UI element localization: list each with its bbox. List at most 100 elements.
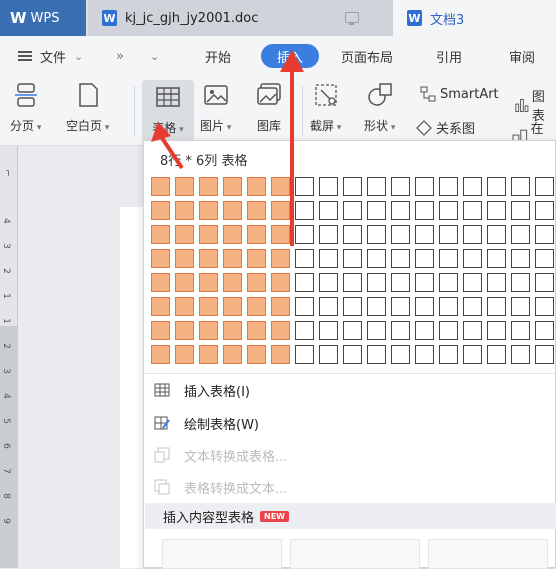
grid-cell[interactable] [391, 273, 410, 292]
grid-cell[interactable] [391, 297, 410, 316]
grid-cell[interactable] [463, 297, 482, 316]
tab-references[interactable]: 引用 [436, 44, 462, 68]
grid-cell[interactable] [439, 345, 458, 364]
quick-access-dropdown-icon[interactable]: ⌄ [150, 44, 159, 68]
grid-cell-selected[interactable] [223, 273, 242, 292]
grid-cell[interactable] [487, 321, 506, 340]
grid-cell-selected[interactable] [247, 321, 266, 340]
grid-cell[interactable] [535, 177, 554, 196]
grid-cell[interactable] [295, 321, 314, 340]
grid-cell[interactable] [319, 273, 338, 292]
content-table-preview[interactable] [162, 539, 282, 569]
grid-cell[interactable] [415, 321, 434, 340]
grid-cell-selected[interactable] [223, 345, 242, 364]
grid-cell[interactable] [343, 177, 362, 196]
grid-cell[interactable] [319, 201, 338, 220]
grid-cell-selected[interactable] [223, 321, 242, 340]
grid-cell-selected[interactable] [151, 177, 170, 196]
grid-cell[interactable] [295, 249, 314, 268]
grid-cell[interactable] [439, 321, 458, 340]
grid-cell-selected[interactable] [271, 201, 290, 220]
grid-cell-selected[interactable] [247, 177, 266, 196]
grid-cell[interactable] [367, 201, 386, 220]
grid-cell[interactable] [487, 177, 506, 196]
grid-cell[interactable] [319, 345, 338, 364]
grid-cell-selected[interactable] [271, 345, 290, 364]
grid-cell[interactable] [511, 321, 530, 340]
grid-cell[interactable] [535, 225, 554, 244]
wps-home-tab[interactable]: W WPS [0, 0, 86, 36]
grid-cell[interactable] [295, 201, 314, 220]
grid-cell[interactable] [511, 225, 530, 244]
grid-cell[interactable] [343, 321, 362, 340]
grid-cell-selected[interactable] [271, 177, 290, 196]
grid-cell-selected[interactable] [175, 177, 194, 196]
grid-cell[interactable] [319, 297, 338, 316]
grid-cell-selected[interactable] [223, 201, 242, 220]
grid-cell-selected[interactable] [271, 225, 290, 244]
grid-cell-selected[interactable] [199, 345, 218, 364]
grid-cell[interactable] [319, 225, 338, 244]
grid-cell[interactable] [415, 297, 434, 316]
grid-cell[interactable] [511, 297, 530, 316]
table-button[interactable]: 表格 ▾ [142, 80, 194, 142]
text-to-table-item[interactable]: 文本转换成表格... [154, 442, 287, 468]
tab-page-layout[interactable]: 页面布局 [341, 44, 393, 68]
grid-cell[interactable] [463, 225, 482, 244]
blank-page-button[interactable]: 空白页 ▾ [66, 82, 109, 134]
grid-cell[interactable] [367, 177, 386, 196]
grid-cell-selected[interactable] [223, 297, 242, 316]
grid-cell[interactable] [367, 321, 386, 340]
grid-cell[interactable] [415, 249, 434, 268]
grid-cell[interactable] [487, 345, 506, 364]
grid-cell-selected[interactable] [175, 249, 194, 268]
grid-cell-selected[interactable] [223, 177, 242, 196]
table-to-text-item[interactable]: 表格转换成文本... [154, 474, 287, 500]
grid-cell-selected[interactable] [271, 273, 290, 292]
grid-cell-selected[interactable] [247, 273, 266, 292]
grid-cell-selected[interactable] [247, 297, 266, 316]
monitor-icon[interactable] [345, 12, 359, 25]
grid-cell[interactable] [487, 273, 506, 292]
grid-cell-selected[interactable] [199, 297, 218, 316]
grid-cell[interactable] [367, 249, 386, 268]
grid-cell[interactable] [439, 273, 458, 292]
grid-cell[interactable] [391, 177, 410, 196]
grid-cell-selected[interactable] [247, 249, 266, 268]
grid-cell[interactable] [343, 249, 362, 268]
insert-table-item[interactable]: 插入表格(I) [154, 377, 250, 403]
grid-cell[interactable] [367, 345, 386, 364]
file-menu[interactable]: 文件 ⌄ [18, 44, 83, 68]
grid-cell[interactable] [343, 201, 362, 220]
grid-cell[interactable] [439, 177, 458, 196]
grid-cell[interactable] [439, 225, 458, 244]
grid-cell[interactable] [511, 177, 530, 196]
grid-cell[interactable] [487, 225, 506, 244]
grid-cell-selected[interactable] [151, 345, 170, 364]
grid-cell[interactable] [295, 273, 314, 292]
grid-cell[interactable] [343, 297, 362, 316]
document-tab-new[interactable]: W 文档3 [393, 0, 556, 36]
grid-cell[interactable] [487, 249, 506, 268]
grid-cell[interactable] [415, 201, 434, 220]
grid-cell[interactable] [463, 345, 482, 364]
grid-cell-selected[interactable] [223, 225, 242, 244]
grid-cell-selected[interactable] [271, 321, 290, 340]
grid-cell[interactable] [415, 273, 434, 292]
grid-cell-selected[interactable] [151, 249, 170, 268]
grid-cell[interactable] [535, 249, 554, 268]
grid-cell-selected[interactable] [199, 177, 218, 196]
grid-cell-selected[interactable] [223, 249, 242, 268]
grid-cell-selected[interactable] [271, 297, 290, 316]
grid-cell-selected[interactable] [151, 201, 170, 220]
picture-button[interactable]: 图片 ▾ [200, 82, 231, 134]
grid-cell[interactable] [391, 321, 410, 340]
grid-cell[interactable] [439, 297, 458, 316]
shapes-button[interactable]: 形状 ▾ [364, 82, 395, 134]
grid-cell[interactable] [535, 297, 554, 316]
grid-cell[interactable] [535, 345, 554, 364]
grid-cell[interactable] [343, 345, 362, 364]
grid-cell[interactable] [415, 225, 434, 244]
grid-cell[interactable] [367, 297, 386, 316]
grid-cell-selected[interactable] [175, 225, 194, 244]
